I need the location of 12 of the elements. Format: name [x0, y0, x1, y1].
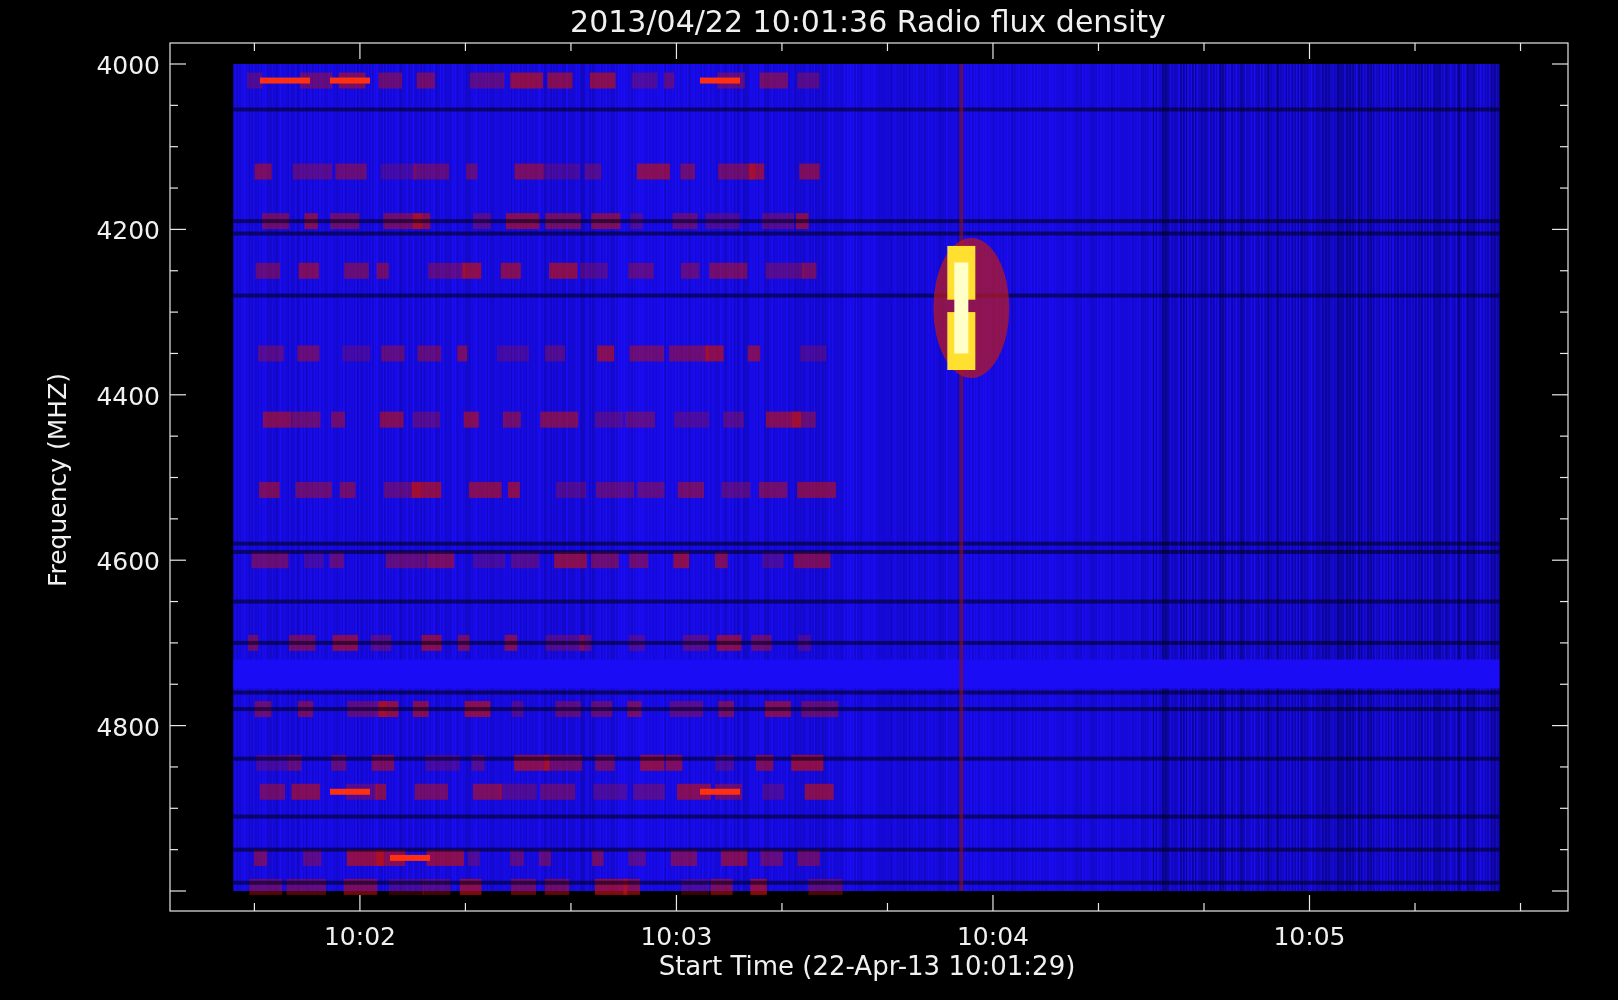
tick-label: 10:03 [640, 922, 713, 951]
tick-label: 10:05 [1273, 922, 1346, 951]
axis-label: Start Time (22-Apr-13 10:01:29) [658, 951, 1076, 981]
tick-label: 4200 [96, 216, 160, 246]
axis-label: Frequency (MHZ) [43, 372, 72, 588]
tick-label: 10:02 [323, 922, 396, 951]
plot-title: 2013/04/22 10:01:36 Radio flux density [570, 4, 1166, 39]
tick-label: 4000 [96, 51, 160, 80]
tick-label: 4400 [96, 381, 160, 411]
tick-label: 10:04 [956, 922, 1029, 951]
tick-label: 4800 [96, 712, 160, 742]
tick-label: 4600 [96, 547, 160, 577]
